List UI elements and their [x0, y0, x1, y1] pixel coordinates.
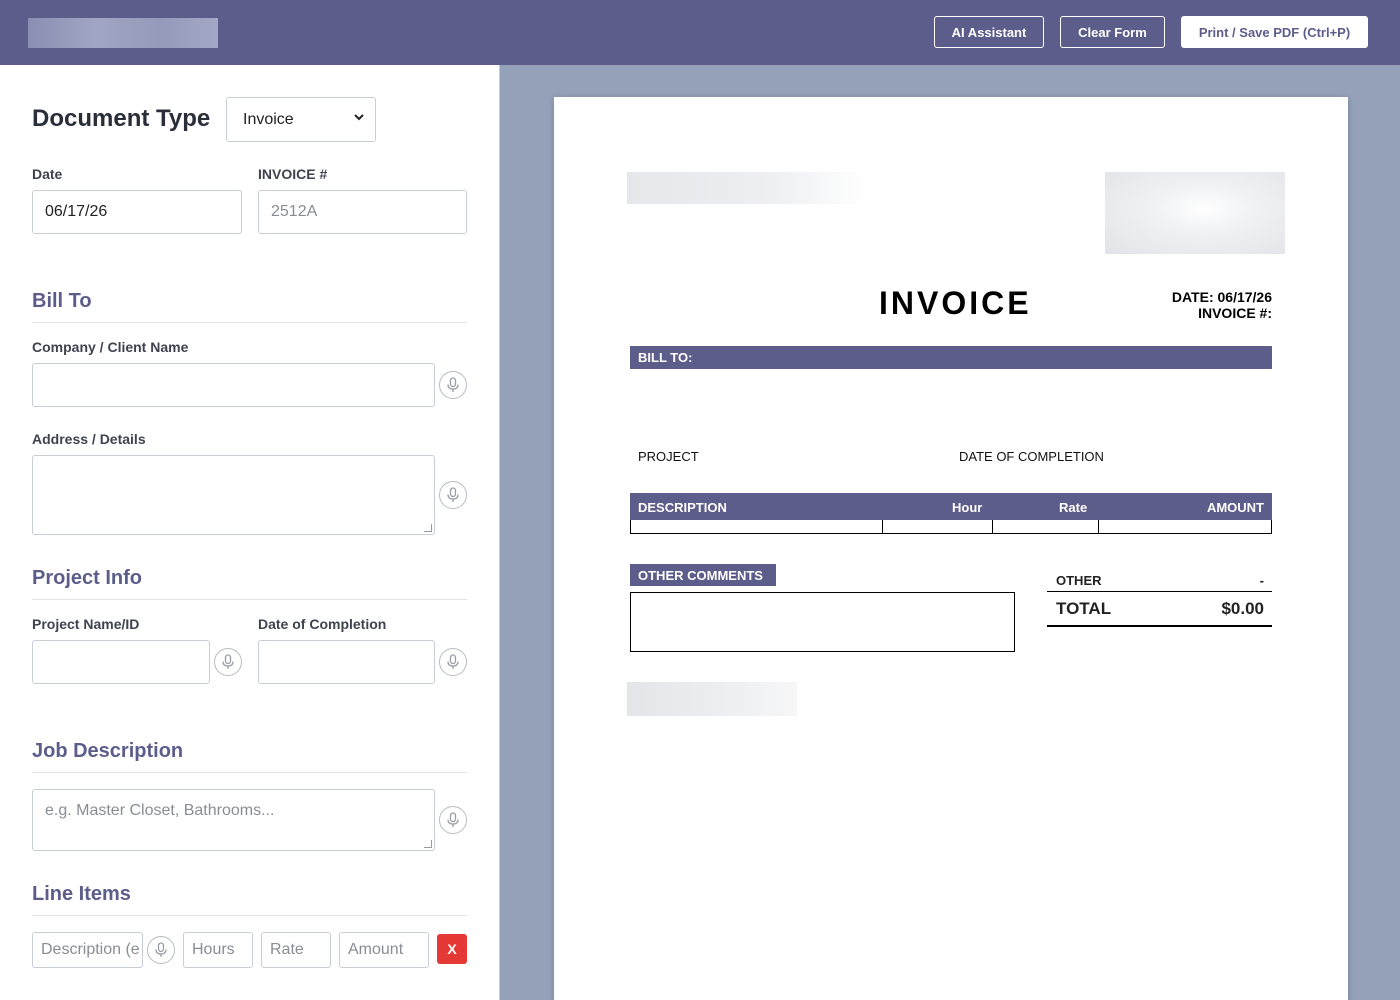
total-value: $0.00 [1221, 599, 1264, 618]
other-comments-label: OTHER COMMENTS [638, 567, 763, 583]
clear-form-button[interactable]: Clear Form [1060, 16, 1165, 48]
project-name-input[interactable] [32, 640, 210, 684]
document-type-select[interactable]: Invoice [226, 97, 376, 142]
date-of-completion-preview-label: DATE OF COMPLETION [959, 449, 1104, 464]
invoice-title: INVOICE [879, 285, 1032, 321]
project-name-mic-button[interactable] [214, 648, 242, 676]
preview-panel: INVOICE DATE: 06/17/26 INVOICE #: BILL T… [499, 65, 1400, 1000]
microphone-icon [447, 654, 459, 669]
job-description-mic-button[interactable] [439, 806, 467, 834]
col-amount: AMOUNT [1206, 500, 1264, 515]
document-type-heading: Document Type [32, 105, 211, 132]
line-items-section-title: Line Items [32, 883, 131, 905]
address-mic-button[interactable] [439, 481, 467, 509]
resize-grip-icon[interactable] [424, 524, 432, 532]
microphone-icon [447, 487, 459, 502]
microphone-icon [447, 812, 459, 827]
line-item-hours-input[interactable]: Hours [183, 932, 253, 968]
form-panel: Document Type Invoice Date 06/17/26 INVO… [0, 65, 499, 1000]
invoice-preview-page: INVOICE DATE: 06/17/26 INVOICE #: BILL T… [554, 97, 1348, 1000]
col-description: DESCRIPTION [638, 500, 727, 515]
table-row [630, 520, 1272, 534]
address-textarea[interactable] [32, 455, 435, 535]
date-input[interactable]: 06/17/26 [32, 190, 242, 234]
line-item-amount-input[interactable]: Amount [339, 932, 429, 968]
chevron-down-icon [354, 114, 364, 121]
invoice-meta: DATE: 06/17/26 INVOICE #: [1172, 289, 1272, 321]
job-description-placeholder: e.g. Master Closet, Bathrooms... [45, 802, 275, 819]
bill-to-label: BILL TO: [638, 350, 693, 365]
project-name-label: Project Name/ID [32, 616, 140, 632]
other-label: OTHER [1056, 573, 1102, 588]
microphone-icon [155, 942, 167, 957]
app-logo [28, 18, 218, 48]
company-logo-placeholder [627, 172, 867, 204]
date-of-completion-mic-button[interactable] [439, 648, 467, 676]
line-item-mic-button[interactable] [147, 936, 175, 964]
company-label: Company / Client Name [32, 339, 189, 355]
signature-placeholder [627, 682, 797, 716]
date-of-completion-label: Date of Completion [258, 616, 387, 632]
line-item-description-input[interactable]: Description (e [32, 932, 143, 968]
company-image-placeholder [1105, 172, 1285, 254]
section-divider [32, 772, 467, 773]
microphone-icon [447, 377, 459, 392]
microphone-icon [222, 654, 234, 669]
other-value: - [1259, 573, 1264, 588]
cell-divider [882, 520, 883, 533]
address-label: Address / Details [32, 431, 146, 447]
other-comments-bar: OTHER COMMENTS [630, 564, 776, 586]
invoice-date-line: DATE: 06/17/26 [1171, 289, 1272, 305]
top-bar: AI Assistant Clear Form Print / Save PDF… [0, 0, 1400, 65]
col-rate: Rate [1059, 500, 1088, 515]
col-hour: Hour [952, 500, 983, 515]
invoice-number-label: INVOICE # [258, 166, 328, 182]
cell-divider [1098, 520, 1099, 533]
total-label: TOTAL [1056, 599, 1112, 618]
print-save-pdf-button[interactable]: Print / Save PDF (Ctrl+P) [1181, 16, 1368, 48]
resize-grip-icon[interactable] [424, 840, 432, 848]
project-label: PROJECT [638, 449, 699, 464]
document-type-value: Invoice [243, 110, 294, 128]
company-mic-button[interactable] [439, 371, 467, 399]
section-divider [32, 322, 467, 323]
bill-to-section-title: Bill To [32, 290, 92, 312]
bill-to-bar: BILL TO: [630, 346, 1272, 369]
company-input[interactable] [32, 363, 435, 407]
line-items-table-header: DESCRIPTION Hour Rate AMOUNT [630, 493, 1272, 520]
invoice-number-input[interactable]: 2512A [258, 190, 467, 234]
line-item-rate-input[interactable]: Rate [261, 932, 331, 968]
ai-assistant-button[interactable]: AI Assistant [934, 16, 1044, 48]
total-row: TOTAL $0.00 [1047, 592, 1272, 627]
invoice-number-line: INVOICE #: [1198, 305, 1272, 321]
date-label: Date [32, 166, 63, 182]
job-description-section-title: Job Description [32, 740, 184, 762]
delete-line-item-button[interactable]: X [437, 934, 467, 964]
other-comments-box [630, 592, 1015, 652]
project-info-section-title: Project Info [32, 567, 143, 589]
job-description-textarea[interactable]: e.g. Master Closet, Bathrooms... [32, 789, 435, 851]
date-of-completion-input[interactable] [258, 640, 435, 684]
cell-divider [992, 520, 993, 533]
section-divider [32, 915, 467, 916]
section-divider [32, 599, 467, 600]
other-row: OTHER - [1047, 568, 1272, 592]
